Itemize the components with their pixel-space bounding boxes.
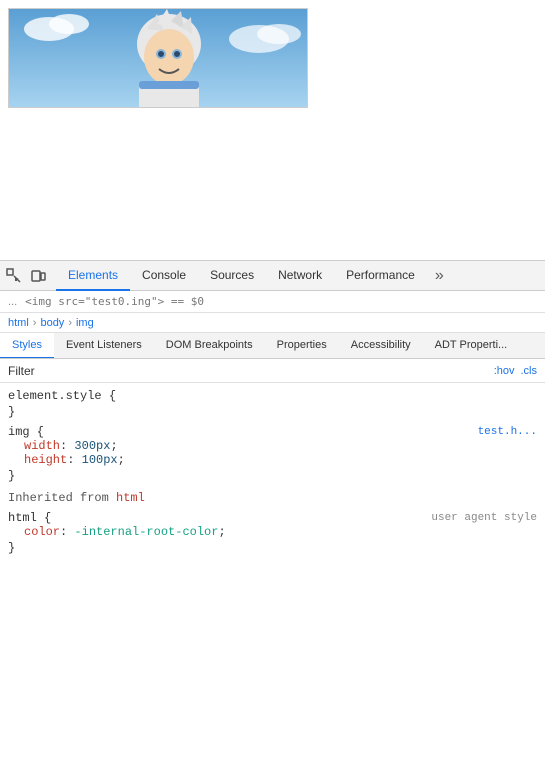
element-breadcrumb: html › body › img	[0, 313, 545, 333]
user-agent-label: user agent style	[431, 512, 537, 524]
anime-image	[8, 8, 308, 108]
subtabs-bar: Styles Event Listeners DOM Breakpoints P…	[0, 333, 545, 359]
subtab-adt-properties[interactable]: ADT Properti...	[423, 333, 520, 359]
background-svg	[9, 9, 308, 108]
anime-character-bg	[9, 9, 307, 107]
css-property-height: height: 100px;	[8, 453, 537, 467]
inspect-element-icon[interactable]	[4, 266, 24, 286]
selector-text: element.style {	[8, 389, 116, 403]
rule-selector-element-style: element.style {	[8, 389, 537, 403]
breadcrumb-body[interactable]: body	[40, 317, 64, 329]
css-property-color: color: -internal-root-color;	[8, 525, 537, 539]
breadcrumb-sep1: ›	[33, 317, 37, 329]
more-tabs-button[interactable]: »	[427, 267, 452, 285]
subtab-properties[interactable]: Properties	[265, 333, 339, 359]
css-rule-img: img { test.h... width: 300px; height: 10…	[0, 423, 545, 487]
filter-cls[interactable]: .cls	[521, 365, 538, 377]
html-rule-close: }	[8, 539, 537, 557]
css-rule-html: html { user agent style color: -internal…	[0, 509, 545, 559]
toolbar-icons	[4, 266, 48, 286]
rule-close-brace: }	[8, 403, 537, 421]
devtools-tabs: Elements Console Sources Network Perform…	[56, 261, 541, 291]
img-selector-text: img {	[8, 425, 44, 439]
breadcrumb-html[interactable]: html	[8, 317, 29, 329]
rule-source-link[interactable]: test.h...	[478, 426, 537, 438]
prop-name-color: color	[24, 525, 60, 539]
subtab-event-listeners[interactable]: Event Listeners	[54, 333, 154, 359]
devtools-panel: Elements Console Sources Network Perform…	[0, 260, 545, 775]
css-content[interactable]: element.style { } img { test.h... width:…	[0, 383, 545, 775]
tab-console[interactable]: Console	[130, 261, 198, 291]
css-rule-element-style: element.style { }	[0, 387, 545, 423]
tab-elements[interactable]: Elements	[56, 261, 130, 291]
html-selector-text: html {	[8, 511, 51, 525]
browser-viewport	[0, 0, 545, 260]
prop-name-height: height	[24, 453, 67, 467]
subtab-accessibility[interactable]: Accessibility	[339, 333, 423, 359]
device-toggle-icon[interactable]	[28, 266, 48, 286]
subtab-dom-breakpoints[interactable]: DOM Breakpoints	[154, 333, 265, 359]
prop-value-width: 300px	[74, 439, 110, 453]
prop-value-height: 100px	[82, 453, 118, 467]
filter-label: Filter	[8, 364, 35, 378]
prop-value-color: -internal-root-color	[74, 525, 218, 539]
breadcrumb-bar: ... <img src="test0.ing"> == $0	[0, 291, 545, 313]
breadcrumb-img[interactable]: img	[76, 317, 94, 329]
breadcrumb-dots: ...	[8, 296, 17, 308]
devtools-toolbar: Elements Console Sources Network Perform…	[0, 261, 545, 291]
css-property-width: width: 300px;	[8, 439, 537, 453]
filter-bar: Filter :hov .cls	[0, 359, 545, 383]
filter-hov[interactable]: :hov	[494, 365, 515, 377]
inherited-html-tag: html	[116, 491, 145, 505]
img-rule-close: }	[8, 467, 537, 485]
breadcrumb-sep2: ›	[68, 317, 72, 329]
breadcrumb-code: <img src="test0.ing"> == $0	[25, 295, 204, 308]
inherited-label: Inherited from html	[0, 487, 545, 509]
subtab-styles[interactable]: Styles	[0, 333, 54, 359]
tab-sources[interactable]: Sources	[198, 261, 266, 291]
filter-options: :hov .cls	[494, 365, 537, 377]
tab-performance[interactable]: Performance	[334, 261, 427, 291]
tab-network[interactable]: Network	[266, 261, 334, 291]
prop-name-width: width	[24, 439, 60, 453]
